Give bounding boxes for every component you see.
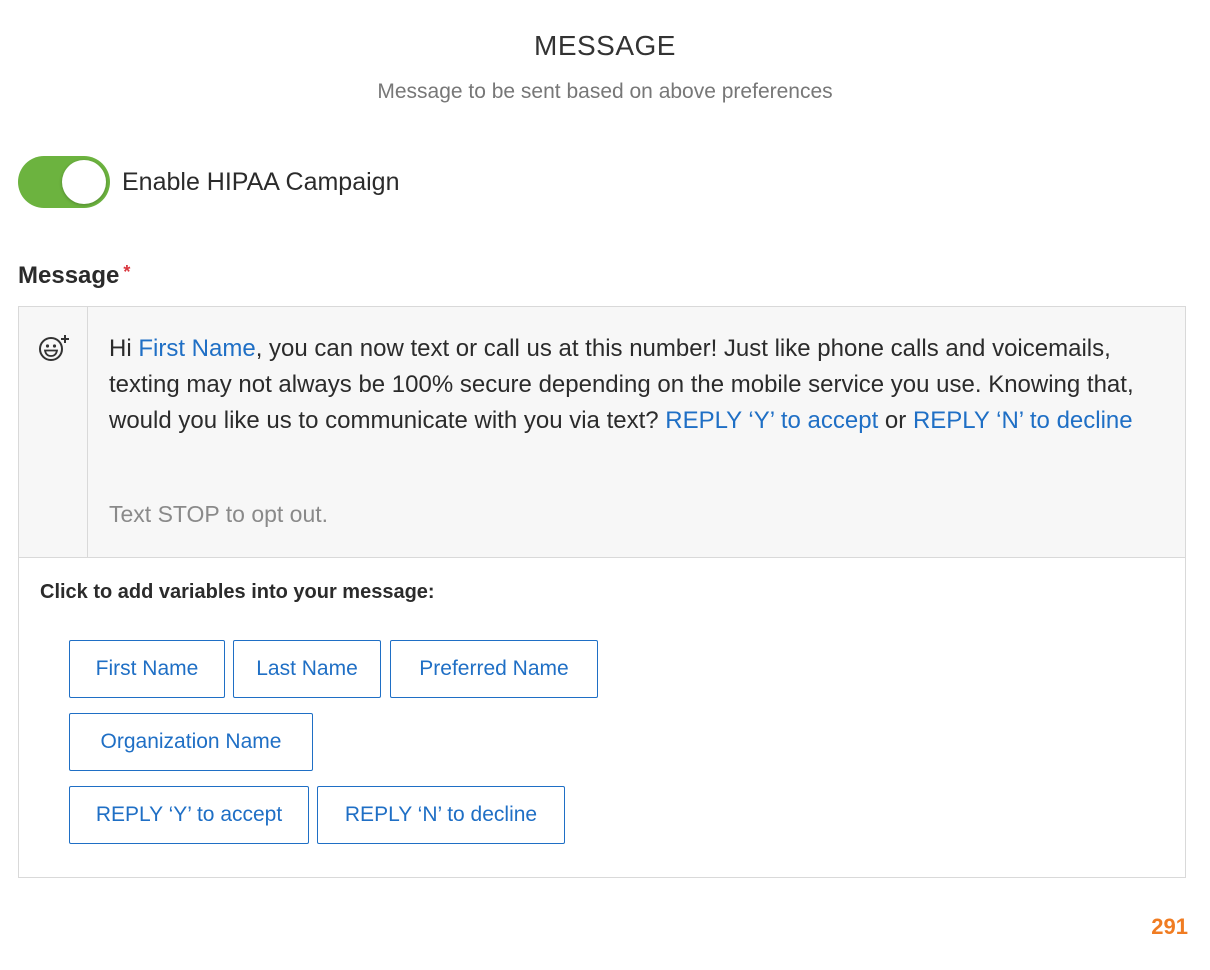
add-reply-y-button[interactable]: REPLY ‘Y’ to accept bbox=[69, 786, 309, 844]
greeting-text: Hi bbox=[109, 335, 139, 362]
add-first-name-button[interactable]: First Name bbox=[69, 640, 225, 698]
toggle-knob bbox=[62, 160, 106, 204]
add-organization-name-button[interactable]: Organization Name bbox=[69, 713, 313, 771]
message-editor[interactable]: Hi First Name, you can now text or call … bbox=[19, 307, 1185, 558]
emoji-add-icon[interactable] bbox=[37, 333, 73, 363]
message-body-text[interactable]: Hi First Name, you can now text or call … bbox=[109, 331, 1149, 439]
hipaa-toggle-label: Enable HIPAA Campaign bbox=[122, 167, 400, 196]
message-settings-page: MESSAGE Message to be sent based on abov… bbox=[0, 0, 1210, 970]
message-field-label: Message * bbox=[18, 262, 130, 290]
add-preferred-name-button[interactable]: Preferred Name bbox=[390, 640, 598, 698]
message-label-text: Message bbox=[18, 262, 120, 289]
variable-first-name[interactable]: First Name bbox=[138, 335, 255, 362]
emoji-column bbox=[19, 307, 88, 557]
add-last-name-button[interactable]: Last Name bbox=[233, 640, 381, 698]
variable-reply-n[interactable]: REPLY ‘N’ to decline bbox=[913, 407, 1133, 434]
section-title: MESSAGE bbox=[534, 30, 676, 61]
message-box: Hi First Name, you can now text or call … bbox=[18, 306, 1186, 878]
variable-reply-y[interactable]: REPLY ‘Y’ to accept bbox=[665, 407, 878, 434]
add-reply-n-button[interactable]: REPLY ‘N’ to decline bbox=[317, 786, 565, 844]
character-count: 291 bbox=[1151, 914, 1188, 939]
hipaa-campaign-toggle[interactable] bbox=[18, 156, 110, 208]
section-subtitle: Message to be sent based on above prefer… bbox=[377, 80, 833, 103]
required-marker: * bbox=[123, 262, 131, 282]
opt-out-text: Text STOP to opt out. bbox=[109, 501, 329, 527]
hipaa-toggle-row: Enable HIPAA Campaign bbox=[18, 156, 399, 208]
connector-text: or bbox=[878, 407, 913, 434]
variables-title: Click to add variables into your message… bbox=[40, 581, 435, 603]
